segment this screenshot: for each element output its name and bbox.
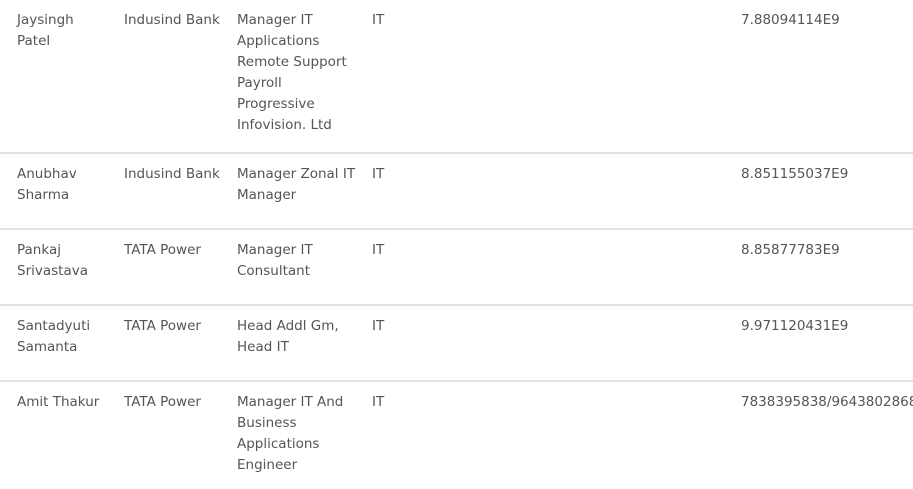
name-line: Srivastava [17,263,88,279]
department-cell: IT [372,242,385,258]
title-line: Manager [237,187,297,203]
phone-cell: 8.85877783E9 [741,242,840,258]
phone-cell: 8.851155037E9 [741,166,849,182]
company-line: TATA Power [124,318,201,334]
department-cell: IT [372,166,385,182]
title-cell: Manager IT And Business Applications Eng… [237,392,357,476]
name-line: Sharma [17,187,70,203]
title-line: Head IT [237,339,289,355]
company-cell: Indusind Bank [124,164,229,185]
title-line: Progressive [237,96,315,112]
company-line: TATA Power [124,394,201,410]
company-cell: Indusind Bank [124,10,229,31]
company-line: TATA Power [124,242,201,258]
table-row: Anubhav Sharma Indusind Bank Manager Zon… [0,154,913,230]
title-line: Engineer [237,457,298,473]
name-cell: Amit Thakur [17,392,107,413]
name-cell: Pankaj Srivastava [17,240,107,282]
title-line: Manager IT [237,12,313,28]
title-line: Remote Support [237,54,347,70]
company-line: Indusind Bank [124,166,220,182]
name-line: Pankaj [17,242,61,258]
title-line: Consultant [237,263,310,279]
title-line: Applications [237,33,320,49]
department-cell: IT [372,394,385,410]
table-row: Jaysingh Patel Indusind Bank Manager IT … [0,0,913,154]
phone-cell: 7.88094114E9 [741,12,840,28]
title-cell: Manager IT Consultant [237,240,357,282]
phone-cell: 7838395838/9643802868 [741,394,913,410]
company-cell: TATA Power [124,392,229,413]
title-cell: Manager Zonal IT Manager [237,164,357,206]
company-cell: TATA Power [124,316,229,337]
name-cell: Jaysingh Patel [17,10,107,52]
name-line: Amit Thakur [17,394,100,410]
title-line: Manager IT And [237,394,344,410]
title-cell: Head Addl Gm, Head IT [237,316,357,358]
title-line: Applications [237,436,320,452]
name-line: Anubhav [17,166,77,182]
title-line: Manager Zonal IT [237,166,356,182]
name-line: Santadyuti [17,318,91,334]
company-line: Indusind Bank [124,12,220,28]
name-cell: Santadyuti Samanta [17,316,107,358]
title-line: Head Addl Gm, [237,318,339,334]
title-line: Manager IT [237,242,313,258]
contacts-table: Jaysingh Patel Indusind Bank Manager IT … [0,0,913,489]
department-cell: IT [372,318,385,334]
title-line: Payroll [237,75,282,91]
name-line: Samanta [17,339,78,355]
department-cell: IT [372,12,385,28]
table-row: Santadyuti Samanta TATA Power Head Addl … [0,306,913,382]
phone-cell: 9.971120431E9 [741,318,849,334]
title-line: Business [237,415,297,431]
name-cell: Anubhav Sharma [17,164,107,206]
name-line: Jaysingh [17,12,74,28]
table-row: Amit Thakur TATA Power Manager IT And Bu… [0,382,913,489]
title-cell: Manager IT Applications Remote Support P… [237,10,357,136]
name-line: Patel [17,33,51,49]
company-cell: TATA Power [124,240,229,261]
table-row: Pankaj Srivastava TATA Power Manager IT … [0,230,913,306]
title-line: Infovision. Ltd [237,117,332,133]
